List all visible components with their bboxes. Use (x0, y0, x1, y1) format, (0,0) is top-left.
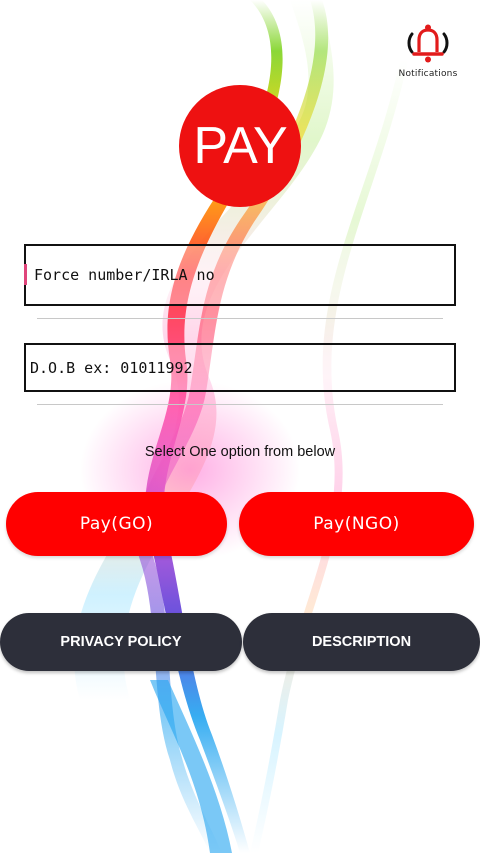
force-number-field[interactable] (24, 244, 456, 306)
field-divider (37, 404, 443, 405)
text-cursor (24, 264, 27, 285)
notifications-button[interactable]: Notifications (392, 24, 464, 84)
pay-logo-text: PAY (193, 117, 287, 175)
pay-logo: PAY (179, 85, 301, 207)
field-divider (37, 318, 443, 319)
pay-go-button[interactable]: Pay(GO) (6, 492, 227, 556)
notifications-label: Notifications (398, 69, 458, 79)
pay-ngo-button[interactable]: Pay(NGO) (239, 492, 474, 556)
description-button[interactable]: DESCRIPTION (243, 613, 480, 671)
bell-icon (407, 24, 449, 63)
privacy-policy-button[interactable]: PRIVACY POLICY (0, 613, 242, 671)
dob-field[interactable] (24, 343, 456, 392)
instruction-text: Select One option from below (144, 444, 336, 460)
